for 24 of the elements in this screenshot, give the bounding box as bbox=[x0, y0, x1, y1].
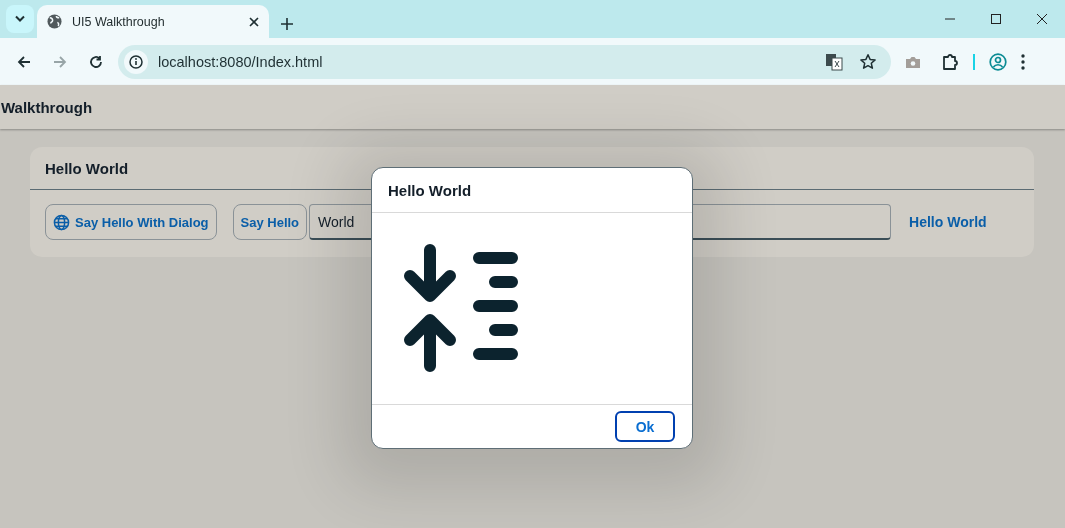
dialog-title: Hello World bbox=[388, 181, 472, 199]
reload-icon[interactable] bbox=[89, 54, 103, 69]
profile-icon[interactable] bbox=[989, 52, 1007, 71]
greeting-text: Hello World bbox=[909, 214, 987, 230]
hello-button[interactable]: Say Hello bbox=[232, 204, 308, 240]
dialog-button[interactable]: Say Hello With Dialog bbox=[45, 204, 217, 240]
more-menu-icon[interactable] bbox=[1021, 53, 1025, 70]
back-arrow-icon[interactable] bbox=[17, 54, 31, 69]
close-icon[interactable] bbox=[249, 16, 259, 27]
globe-icon bbox=[47, 14, 62, 29]
new-tab-icon[interactable] bbox=[281, 18, 293, 30]
info-icon[interactable] bbox=[129, 54, 143, 69]
app-title: Walkthrough bbox=[1, 98, 93, 116]
puzzle-icon[interactable] bbox=[941, 52, 959, 71]
star-icon[interactable] bbox=[859, 52, 877, 71]
translate-icon[interactable] bbox=[825, 52, 843, 71]
ok-button[interactable]: Ok bbox=[615, 411, 675, 442]
globe-icon bbox=[53, 213, 70, 231]
caret-icon bbox=[14, 15, 26, 23]
panel-title: Hello World bbox=[45, 159, 129, 177]
address-bar[interactable]: localhost:8080/Index.html bbox=[118, 44, 891, 79]
browser-tab[interactable]: UI5 Walkthrough bbox=[37, 5, 269, 38]
tab-list-button[interactable] bbox=[6, 5, 34, 33]
collapse-list-icon bbox=[403, 244, 519, 372]
